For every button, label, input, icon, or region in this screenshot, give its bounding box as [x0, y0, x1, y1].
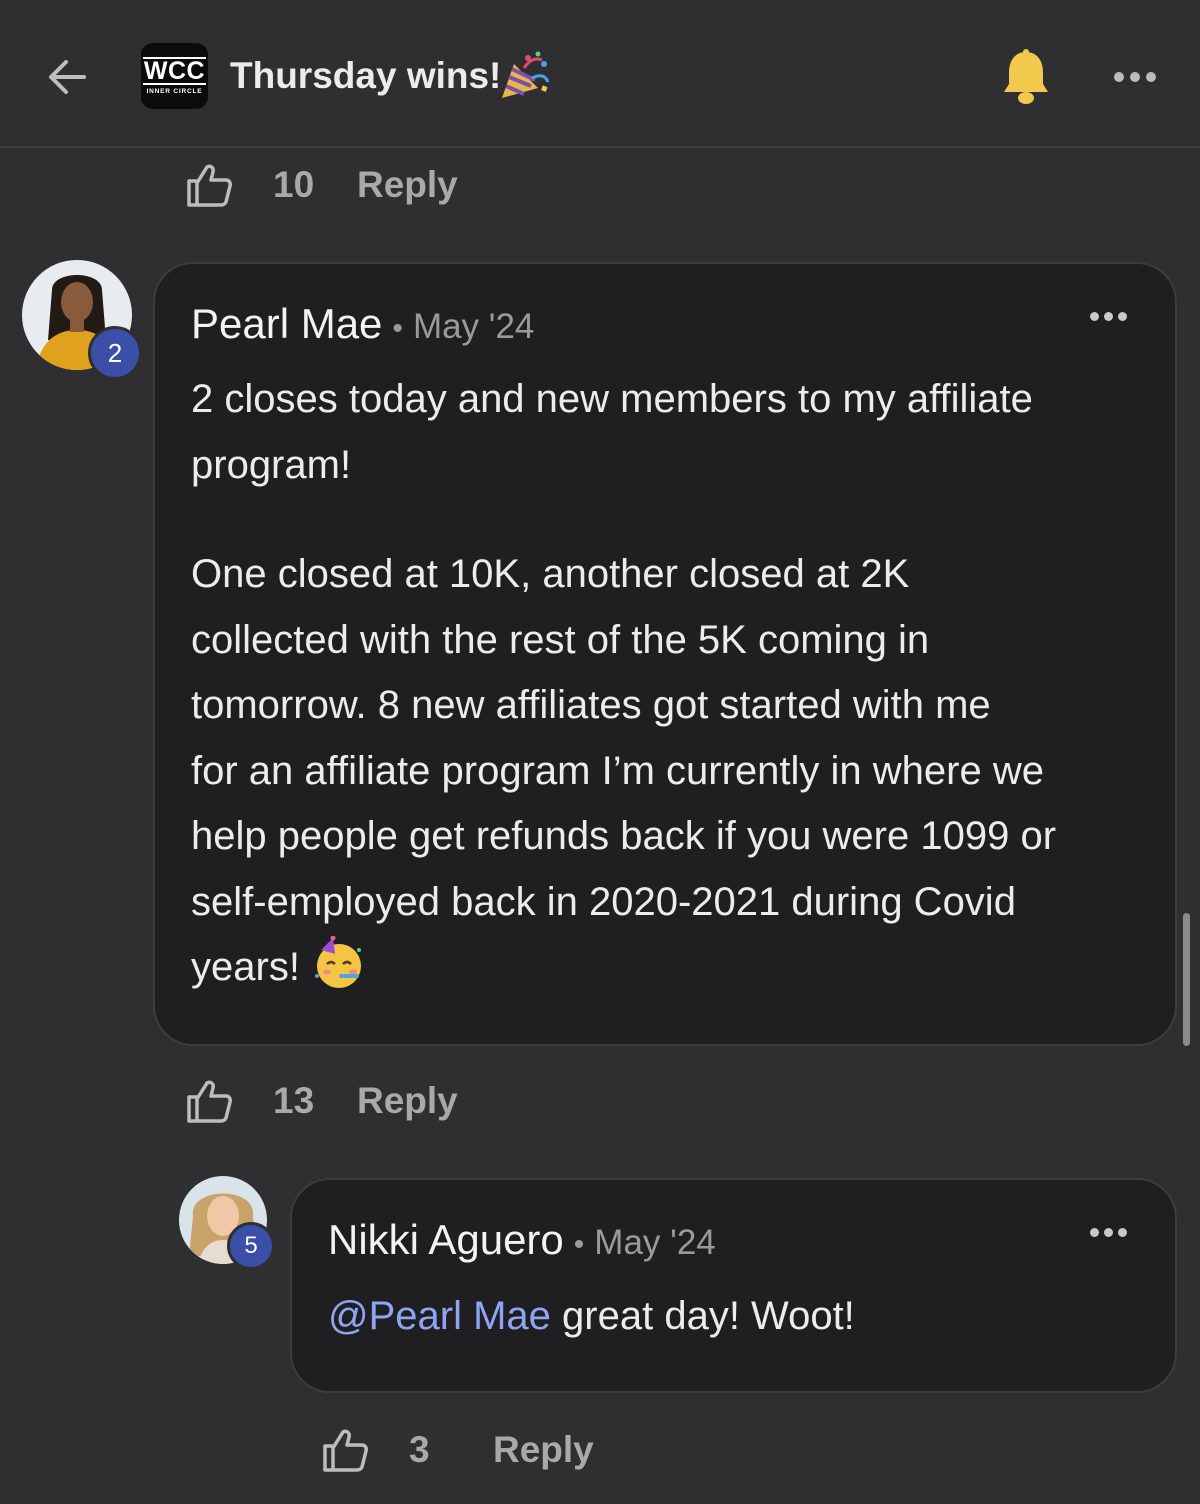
thumbs-up-icon: [323, 1429, 368, 1472]
level-badge: 5: [227, 1222, 275, 1270]
separator-dot: •: [573, 1228, 585, 1261]
partying-face-icon: [315, 936, 362, 988]
dot: [1104, 1228, 1113, 1237]
dot: [1130, 72, 1140, 82]
logo-subtext: INNER CIRCLE: [146, 88, 203, 95]
like-count: 13: [273, 1080, 315, 1121]
reply-button[interactable]: Reply: [493, 1429, 594, 1471]
comment-actions: 13 Reply: [183, 1076, 458, 1126]
comment-paragraph: @Pearl Mae great day! Woot!: [328, 1284, 855, 1350]
dot: [1118, 1228, 1127, 1237]
author-name[interactable]: Nikki Aguero: [328, 1216, 564, 1264]
author-name[interactable]: Pearl Mae: [191, 300, 382, 348]
like-count: 10: [273, 164, 315, 205]
comment-actions: 3 Reply: [319, 1425, 594, 1475]
comment-more-button[interactable]: [1090, 312, 1127, 321]
reply-button[interactable]: Reply: [357, 1080, 458, 1122]
dot: [1104, 312, 1113, 321]
comment-more-button[interactable]: [1090, 1228, 1127, 1237]
back-button[interactable]: [40, 50, 94, 104]
level-badge: 2: [88, 326, 142, 380]
party-popper-icon: [502, 51, 550, 98]
dot: [1146, 72, 1156, 82]
app-header: WCC INNER CIRCLE Thursday wins!: [0, 0, 1200, 148]
reply-button[interactable]: Reply: [357, 164, 458, 206]
user-mention-link[interactable]: @Pearl Mae: [328, 1294, 551, 1338]
page-title: Thursday wins!: [230, 55, 502, 96]
comment-date: May '24: [412, 307, 535, 346]
more-options-button[interactable]: [1108, 60, 1162, 94]
comment-actions: 10 Reply: [183, 160, 458, 210]
group-logo[interactable]: WCC INNER CIRCLE: [141, 43, 208, 109]
thumbs-up-icon: [187, 164, 232, 207]
logo-text: WCC: [142, 57, 207, 85]
comment-text: One closed at 10K, another closed at 2K …: [191, 552, 1057, 989]
dot: [1090, 312, 1099, 321]
comment-paragraph: 2 closes today and new members to my aff…: [191, 377, 1033, 487]
like-button[interactable]: [183, 1076, 235, 1126]
comment-card: Pearl Mae • May '24 2 closes today and n…: [153, 262, 1177, 1046]
dot: [1090, 1228, 1099, 1237]
like-button[interactable]: [319, 1425, 371, 1475]
like-button[interactable]: [183, 160, 235, 210]
comment-text: great day! Woot!: [550, 1294, 855, 1338]
dot: [1118, 312, 1127, 321]
comment-card: Nikki Aguero • May '24 @Pearl Mae great …: [290, 1178, 1177, 1393]
bell-icon[interactable]: [1000, 48, 1052, 106]
comment-date: May '24: [594, 1223, 716, 1262]
thumbs-up-icon: [187, 1080, 232, 1123]
separator-dot: •: [392, 312, 403, 345]
comment-paragraph: One closed at 10K, another closed at 2K …: [191, 542, 1056, 1001]
comment-header: Pearl Mae • May '24: [191, 300, 534, 348]
dot: [1114, 72, 1124, 82]
comment-header: Nikki Aguero • May '24: [328, 1216, 716, 1264]
arrow-left-icon: [49, 60, 86, 94]
scrollbar[interactable]: [1183, 913, 1190, 1046]
like-count: 3: [409, 1429, 430, 1470]
